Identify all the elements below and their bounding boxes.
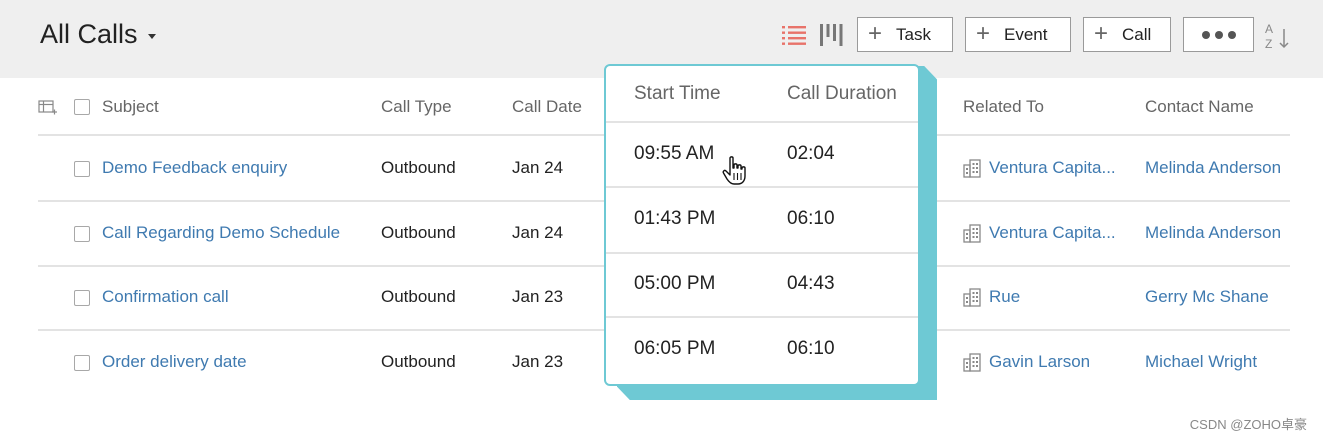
related-to-link[interactable]: Gavin Larson xyxy=(989,352,1129,372)
call-duration-cell: 06:10 xyxy=(787,338,835,359)
call-duration-cell: 02:04 xyxy=(787,143,835,164)
building-icon xyxy=(963,288,981,307)
view-selector[interactable]: All Calls xyxy=(40,19,156,50)
svg-text:Z: Z xyxy=(1265,37,1272,51)
row-checkbox[interactable] xyxy=(74,355,90,371)
more-icon xyxy=(1201,30,1210,39)
popover-divider xyxy=(606,316,918,318)
subject-link[interactable]: Order delivery date xyxy=(102,352,247,372)
plus-icon: + xyxy=(976,19,991,47)
add-call-button[interactable]: + Call xyxy=(1083,17,1171,52)
add-call-label: Call xyxy=(1122,24,1152,44)
call-type-cell: Outbound xyxy=(381,287,456,306)
related-to-link[interactable]: Ventura Capita... xyxy=(989,158,1129,178)
add-task-button[interactable]: + Task xyxy=(857,17,953,52)
building-icon xyxy=(963,353,981,372)
popover-divider xyxy=(606,252,918,254)
call-type-cell: Outbound xyxy=(381,352,456,371)
column-header-call-type[interactable]: Call Type xyxy=(381,97,452,117)
plus-icon: + xyxy=(1094,19,1109,47)
svg-text:A: A xyxy=(1265,22,1273,36)
column-header-contact-name[interactable]: Contact Name xyxy=(1145,97,1254,117)
popover-divider xyxy=(606,186,918,188)
list-view-icon[interactable] xyxy=(782,23,806,47)
start-time-cell: 09:55 AM xyxy=(634,143,715,164)
popover-divider xyxy=(606,121,918,123)
call-type-cell: Outbound xyxy=(381,223,456,242)
calls-list-page: All Calls + Task + Event + Call A Z Subj… xyxy=(0,0,1323,441)
plus-icon: + xyxy=(868,19,883,47)
more-icon-dot xyxy=(1227,30,1236,39)
more-icon-dot xyxy=(1214,30,1223,39)
contact-name-link[interactable]: Gerry Mc Shane xyxy=(1145,287,1269,307)
add-event-label: Event xyxy=(1004,24,1048,44)
row-checkbox[interactable] xyxy=(74,290,90,306)
subject-link[interactable]: Call Regarding Demo Schedule xyxy=(102,223,340,243)
contact-name-link[interactable]: Melinda Anderson xyxy=(1145,223,1281,243)
select-all-checkbox[interactable] xyxy=(74,99,90,115)
contact-name-link[interactable]: Melinda Anderson xyxy=(1145,158,1281,178)
start-time-cell: 01:43 PM xyxy=(634,208,716,229)
add-event-button[interactable]: + Event xyxy=(965,17,1071,52)
page-title: All Calls xyxy=(40,19,138,49)
call-duration-cell: 04:43 xyxy=(787,273,835,294)
column-settings-icon[interactable] xyxy=(38,99,58,115)
column-header-related-to[interactable]: Related To xyxy=(963,97,1044,117)
related-to-link[interactable]: Rue xyxy=(989,287,1129,307)
call-date-cell: Jan 23 xyxy=(512,287,564,306)
sort-az-icon[interactable]: A Z xyxy=(1264,21,1292,51)
call-date-cell: Jan 24 xyxy=(512,158,564,177)
more-options-button[interactable] xyxy=(1183,17,1254,52)
call-date-cell: Jan 24 xyxy=(512,223,564,242)
building-icon xyxy=(963,224,981,243)
subject-link[interactable]: Confirmation call xyxy=(102,287,229,307)
add-task-label: Task xyxy=(896,24,931,44)
row-checkbox[interactable] xyxy=(74,226,90,242)
popover-header-start-time[interactable]: Start Time xyxy=(634,83,721,105)
call-type-cell: Outbound xyxy=(381,158,456,177)
column-header-call-date[interactable]: Call Date xyxy=(512,97,582,117)
related-to-link[interactable]: Ventura Capita... xyxy=(989,223,1129,243)
row-checkbox[interactable] xyxy=(74,161,90,177)
contact-name-link[interactable]: Michael Wright xyxy=(1145,352,1257,372)
start-time-cell: 06:05 PM xyxy=(634,338,716,359)
start-time-cell: 05:00 PM xyxy=(634,273,716,294)
watermark: CSDN @ZOHO卓豪 xyxy=(1189,417,1307,432)
call-time-popover: Start Time Call Duration 09:55 AM 02:04 … xyxy=(604,64,920,386)
call-date-cell: Jan 23 xyxy=(512,352,564,371)
kanban-view-icon[interactable] xyxy=(819,23,843,47)
building-icon xyxy=(963,159,981,178)
popover-header-call-duration[interactable]: Call Duration xyxy=(787,83,897,105)
subject-link[interactable]: Demo Feedback enquiry xyxy=(102,158,287,178)
hand-cursor-icon xyxy=(722,156,746,185)
call-duration-cell: 06:10 xyxy=(787,208,835,229)
column-header-subject[interactable]: Subject xyxy=(102,97,159,117)
chevron-down-icon xyxy=(147,34,156,39)
